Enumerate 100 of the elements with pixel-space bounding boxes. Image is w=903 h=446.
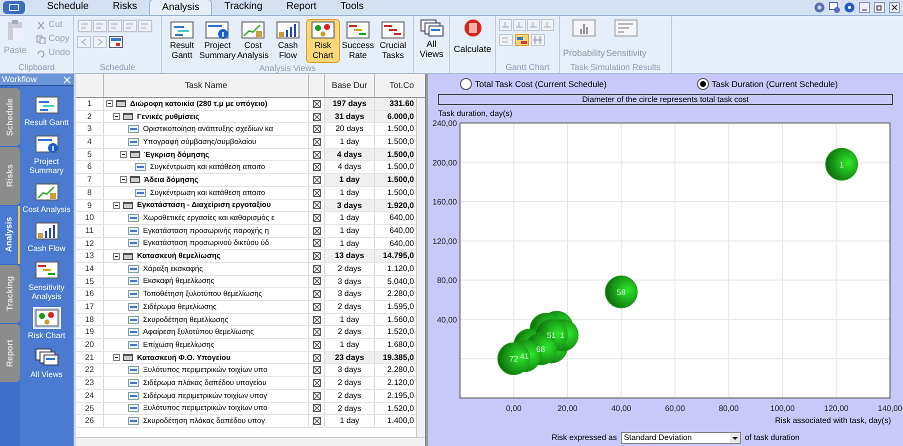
task-icon	[135, 188, 146, 197]
collapse-icon[interactable]	[120, 151, 127, 158]
radio-button[interactable]	[460, 78, 472, 90]
workflow-item[interactable]: Sensitivity Analysis	[22, 259, 72, 301]
group-label: Schedule	[98, 62, 136, 73]
scissors-icon	[36, 20, 46, 30]
chart-caption: Diameter of the circle represents total task cost	[438, 94, 893, 105]
workflow-item[interactable]: Result Gantt	[22, 94, 72, 127]
view-button[interactable]: Success Rate	[340, 19, 375, 63]
bar-list-icon	[614, 19, 638, 37]
bubble[interactable]	[825, 148, 858, 181]
summary-task-icon	[123, 354, 133, 362]
tick-label: 80,00	[718, 404, 739, 413]
crossed-box-icon	[312, 404, 320, 412]
calculate-button[interactable]: Calculate	[453, 19, 492, 56]
risk-dropdown[interactable]: Standard Deviation	[620, 432, 741, 444]
all-views-button[interactable]: All Views	[417, 19, 446, 59]
collapse-icon[interactable]	[113, 252, 120, 260]
task-icon	[128, 417, 139, 426]
collapse-icon[interactable]	[113, 354, 120, 362]
row-number: 21	[76, 352, 104, 364]
collapse-icon[interactable]	[113, 113, 120, 120]
chart-info-icon	[34, 135, 58, 153]
bubble-label: 1	[560, 331, 564, 340]
bubble[interactable]	[604, 276, 638, 308]
vertical-scrollbar[interactable]	[416, 98, 425, 437]
crossed-box-icon	[312, 112, 320, 121]
workflow-item[interactable]: Cost Analysis	[22, 181, 72, 214]
task-icon	[128, 328, 139, 336]
close-icon[interactable]	[889, 2, 900, 12]
menu-tab[interactable]: Tools	[328, 0, 376, 15]
task-icon	[128, 239, 139, 248]
radio-option[interactable]: Task Duration (Current Schedule)	[696, 78, 838, 90]
restore-icon[interactable]	[874, 2, 885, 12]
app-menu-button[interactable]	[3, 1, 25, 14]
collapse-icon[interactable]	[120, 176, 127, 184]
window-icon[interactable]	[829, 2, 840, 12]
tick-label: 200,00	[432, 158, 457, 168]
workflow-item[interactable]: All Views	[22, 346, 72, 379]
workflow-item[interactable]: Risk Chart	[22, 307, 72, 340]
gantt-icon	[380, 21, 405, 39]
bubble-label: 72	[509, 354, 518, 364]
minimize-icon[interactable]	[859, 2, 870, 12]
radio-option[interactable]: Total Task Cost (Current Schedule)	[460, 78, 607, 90]
radio-button[interactable]	[696, 78, 709, 90]
view-button[interactable]: Result Gantt	[165, 19, 199, 63]
windows-icon	[420, 19, 444, 37]
table-cell-text: 1.500,0	[386, 161, 415, 174]
view-button[interactable]: Crucial Tasks	[376, 19, 410, 63]
crossed-box-icon	[312, 378, 320, 387]
table-cell: 20 days	[325, 123, 375, 136]
workflow-item[interactable]: Project Summary	[22, 133, 72, 175]
column-header[interactable]: Base Dur	[325, 74, 375, 97]
collapse-icon[interactable]	[106, 100, 113, 108]
table-cell: 2 days	[325, 390, 375, 402]
group-label: Analysis Views	[258, 63, 317, 74]
view-button[interactable]: Project Summary	[200, 19, 235, 63]
help-icon[interactable]	[844, 2, 855, 12]
risk-suffix: of task duration	[744, 432, 800, 444]
crossed-box-icon	[312, 417, 320, 426]
column-header[interactable]: Task Name	[104, 74, 309, 97]
row-number: 3	[76, 123, 104, 136]
panel-title: Workflow	[2, 73, 37, 86]
tick-label: 60,00	[664, 404, 686, 413]
tick-label: 120,00	[432, 236, 457, 246]
column-header[interactable]: Tot.Co	[375, 74, 415, 97]
collapse-icon[interactable]	[113, 202, 120, 209]
crossed-box-icon	[312, 125, 320, 134]
view-button[interactable]: Cost Analysis	[236, 19, 270, 63]
menu-tab[interactable]: Report	[274, 0, 328, 15]
menu-tab[interactable]: Tracking	[212, 0, 274, 15]
row-number: 18	[76, 314, 104, 326]
crossed-box-icon	[312, 239, 320, 248]
table-cell-text: 640,00	[388, 212, 415, 224]
split-icon[interactable]	[531, 34, 545, 46]
x-axis-label: Risk associated with task, day(s)	[774, 416, 892, 426]
crossed-box-icon	[312, 340, 320, 349]
view-button[interactable]: Cash Flow	[270, 19, 305, 63]
table-cell: 2 days	[325, 326, 375, 338]
workflow-tab[interactable]: Analysis	[0, 206, 20, 264]
crossed-box-icon	[312, 163, 320, 172]
row-number: 22	[76, 364, 104, 376]
row-number: 12	[76, 238, 104, 250]
table-cell-text: 2.195,0	[386, 390, 415, 402]
row-number: 26	[76, 415, 104, 427]
menu-tab[interactable]: Analysis	[149, 0, 212, 15]
table-cell: 1 day	[325, 314, 375, 326]
task-icon	[128, 392, 139, 400]
horizontal-scrollbar[interactable]	[76, 437, 425, 446]
menu-tab[interactable]: Schedule	[35, 0, 101, 15]
globe-icon[interactable]	[814, 2, 825, 12]
table-icon[interactable]	[109, 36, 123, 48]
table-cell: 1 day	[325, 136, 375, 148]
view-button[interactable]: Risk Chart	[306, 19, 340, 63]
bubble[interactable]	[497, 342, 530, 376]
link-bars-icon[interactable]	[515, 34, 529, 46]
menu-tab[interactable]: Risks	[100, 0, 150, 15]
workflow-item[interactable]: Cash Flow	[22, 220, 72, 253]
row-number: 9	[76, 200, 104, 212]
table-cell-text: 5.040,0	[386, 276, 415, 288]
